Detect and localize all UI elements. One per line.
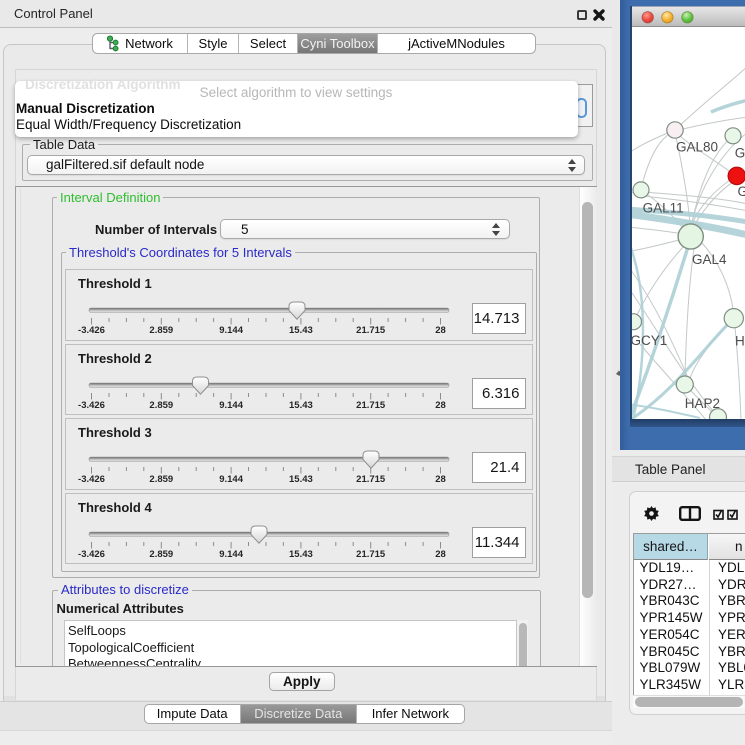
svg-text:G: G	[738, 184, 745, 199]
svg-text:GAL11: GAL11	[643, 201, 684, 216]
svg-text:H: H	[735, 334, 745, 349]
svg-text:GA: GA	[735, 146, 745, 161]
svg-text:GAL4: GAL4	[692, 252, 727, 267]
svg-text:GCY1: GCY1	[632, 333, 667, 348]
svg-text:HAP2: HAP2	[685, 396, 720, 411]
svg-text:GAL80: GAL80	[676, 140, 718, 155]
